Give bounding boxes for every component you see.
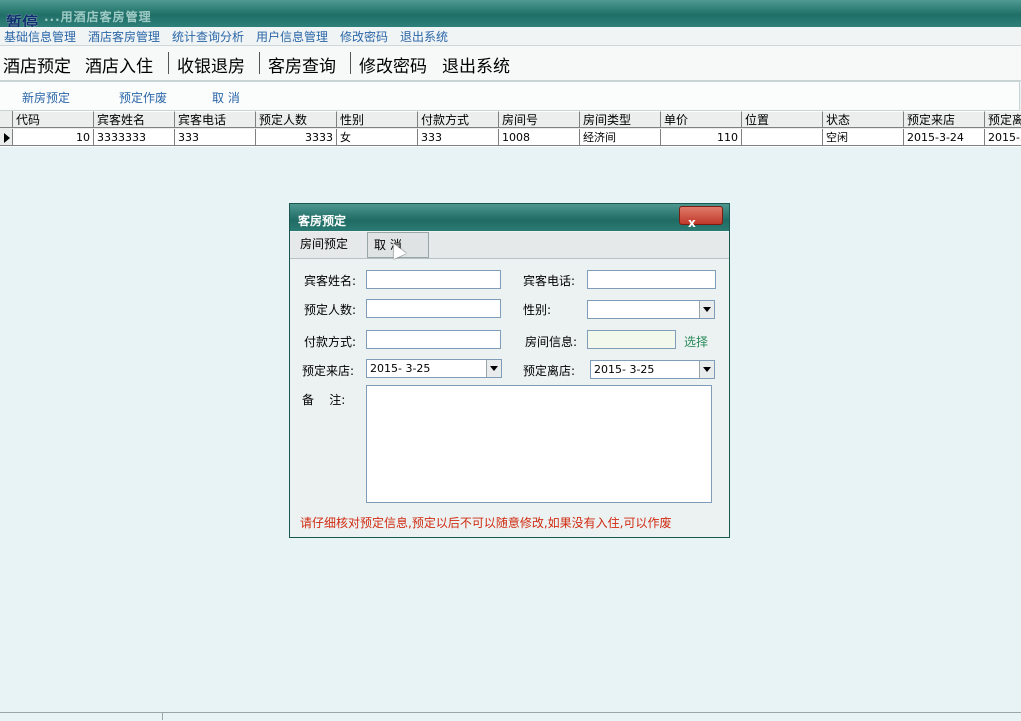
cell-room-type[interactable]: 经济间 [580, 129, 661, 146]
table-row[interactable]: 10 3333333 333 3333 女 333 1008 经济间 110 空… [0, 129, 1021, 147]
people-input[interactable] [366, 299, 501, 318]
dialog-title-bar[interactable]: 客房预定 x [290, 204, 729, 231]
guest-name-input[interactable] [366, 270, 501, 289]
cell-location[interactable] [742, 129, 823, 146]
col-header-arrive[interactable]: 预定来店 [904, 111, 985, 128]
current-row-icon [4, 133, 10, 143]
menu-change-password[interactable]: 修改密码 [340, 28, 388, 45]
menu-user-info[interactable]: 用户信息管理 [256, 28, 328, 45]
col-header-payment[interactable]: 付款方式 [418, 111, 499, 128]
col-header-room-type[interactable]: 房间类型 [580, 111, 661, 128]
cell-guest-phone[interactable]: 333 [175, 129, 256, 146]
toolbar-checkin-button[interactable]: 酒店入住 [85, 52, 153, 77]
dialog-toolbar: 房间预定 取 消 [290, 232, 729, 259]
toolbar-room-query-button[interactable]: 客房查询 [268, 52, 336, 77]
room-info-label: 房间信息: [525, 335, 578, 349]
cell-code[interactable]: 10 [13, 129, 94, 146]
grid-corner [0, 111, 13, 128]
payment-label: 付款方式: [304, 335, 357, 349]
title-bar: ...用酒店客房管理 暂停 [0, 0, 1021, 32]
cell-room-no[interactable]: 1008 [499, 129, 580, 146]
arrive-date-value: 2015- 3-25 [370, 362, 431, 375]
cell-status[interactable]: 空闲 [823, 129, 904, 146]
grid-header-row: 代码 宾客姓名 宾客电话 预定人数 性别 付款方式 房间号 房间类型 单价 位置… [0, 111, 1021, 129]
remark-textarea[interactable] [366, 385, 712, 503]
chevron-down-icon[interactable] [699, 361, 714, 378]
cell-payment[interactable]: 333 [418, 129, 499, 146]
arrive-date-picker[interactable]: 2015- 3-25 [366, 359, 502, 378]
col-header-people[interactable]: 预定人数 [256, 111, 337, 128]
sub-toolbar: 新房预定 预定作废 取 消 [0, 81, 1020, 111]
toolbar-password-button[interactable]: 修改密码 [359, 52, 427, 77]
col-header-guest-name[interactable]: 宾客姓名 [94, 111, 175, 128]
col-header-status[interactable]: 状态 [823, 111, 904, 128]
menu-room-manage[interactable]: 酒店客房管理 [88, 28, 160, 45]
toolbar-exit-button[interactable]: 退出系统 [442, 52, 510, 77]
toolbar-separator [259, 52, 260, 74]
col-header-price[interactable]: 单价 [661, 111, 742, 128]
toolbar-separator [350, 52, 351, 74]
cell-people[interactable]: 3333 [256, 129, 337, 146]
leave-date-picker[interactable]: 2015- 3-25 [590, 360, 715, 379]
toolbar-reserve-button[interactable]: 酒店预定 [3, 52, 71, 77]
chevron-down-icon[interactable] [699, 301, 714, 318]
gender-label: 性别: [523, 303, 552, 317]
cell-gender[interactable]: 女 [337, 129, 418, 146]
col-header-room-no[interactable]: 房间号 [499, 111, 580, 128]
leave-date-label: 预定离店: [523, 364, 576, 378]
select-room-link[interactable]: 选择 [684, 333, 708, 350]
row-indicator [0, 129, 13, 146]
col-header-gender[interactable]: 性别 [337, 111, 418, 128]
menu-basic-info[interactable]: 基础信息管理 [4, 28, 76, 45]
room-info-input[interactable] [587, 330, 676, 349]
close-button[interactable]: x [679, 206, 723, 230]
dialog-title: 客房预定 [298, 214, 347, 228]
col-header-guest-phone[interactable]: 宾客电话 [175, 111, 256, 128]
arrive-date-label: 预定来店: [302, 364, 355, 378]
toolbar-checkout-button[interactable]: 收银退房 [177, 52, 245, 77]
menu-exit[interactable]: 退出系统 [400, 28, 448, 45]
col-header-code[interactable]: 代码 [13, 111, 94, 128]
menu-statistics[interactable]: 统计查询分析 [172, 28, 244, 45]
main-toolbar: 酒店预定 酒店入住 收银退房 客房查询 修改密码 退出系统 [0, 46, 1021, 81]
col-header-leave[interactable]: 预定离店 [985, 111, 1021, 128]
status-segment [0, 713, 163, 720]
cell-leave[interactable]: 2015-3-25 [985, 129, 1021, 146]
cancel-reservation-button[interactable]: 预定作废 [119, 89, 167, 106]
col-header-location[interactable]: 位置 [742, 111, 823, 128]
reserve-room-button[interactable]: 房间预定 [294, 232, 354, 257]
window-title: ...用酒店客房管理 [44, 10, 152, 24]
toolbar-separator [168, 52, 169, 74]
warning-message: 请仔细核对预定信息,预定以后不可以随意修改,如果没有入住,可以作废 [300, 516, 672, 530]
new-reservation-button[interactable]: 新房预定 [22, 89, 70, 106]
guest-phone-input[interactable] [587, 270, 716, 289]
cell-price[interactable]: 110 [661, 129, 742, 146]
people-label: 预定人数: [304, 303, 357, 317]
chevron-down-icon[interactable] [486, 360, 501, 377]
close-icon: x [688, 216, 696, 230]
cancel-button[interactable]: 取 消 [212, 89, 240, 106]
cell-guest-name[interactable]: 3333333 [94, 129, 175, 146]
menu-bar: 基础信息管理 酒店客房管理 统计查询分析 用户信息管理 修改密码 退出系统 [0, 27, 1021, 46]
guest-name-label: 宾客姓名: [304, 274, 357, 288]
guest-phone-label: 宾客电话: [523, 274, 576, 288]
remark-label: 备 注: [302, 393, 346, 407]
leave-date-value: 2015- 3-25 [594, 363, 655, 376]
gender-select[interactable] [587, 300, 715, 319]
cell-arrive[interactable]: 2015-3-24 [904, 129, 985, 146]
payment-input[interactable] [366, 330, 501, 349]
room-reservation-dialog: 客房预定 x 房间预定 取 消 宾客姓名: 宾客电话: 预定人数: 性别: 付款… [289, 203, 730, 538]
